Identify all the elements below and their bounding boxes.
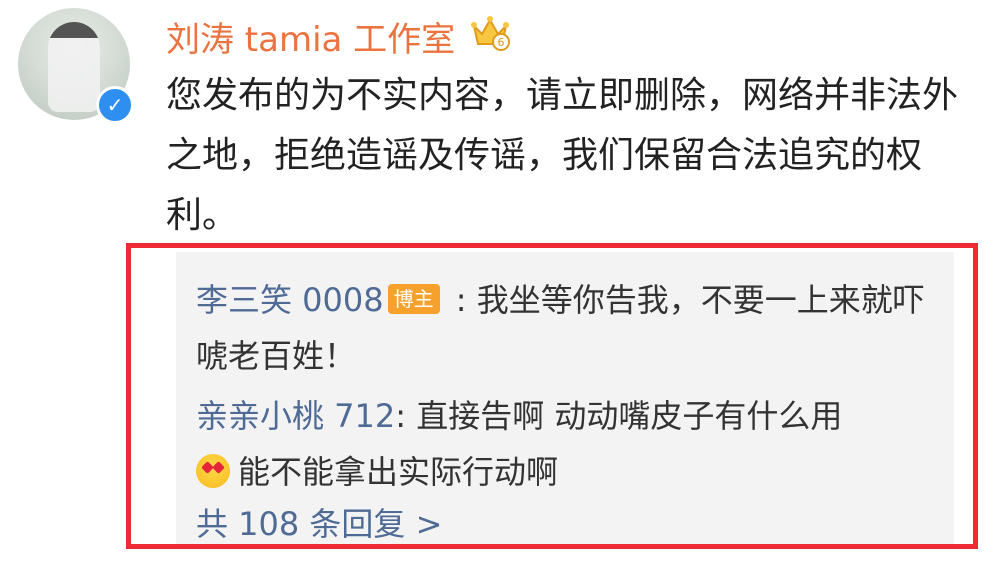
post-username[interactable]: 刘涛 tamia 工作室 <box>166 12 455 61</box>
avatar-image <box>48 22 100 112</box>
verified-check-icon: ✓ <box>96 86 134 124</box>
highlight-box <box>126 243 978 549</box>
crown-icon: 6 <box>471 16 510 51</box>
post-text: 您发布的为不实内容，请立即删除，网络并非法外之地，拒绝造谣及传谣，我们保留合法追… <box>166 75 959 236</box>
crown-level: 6 <box>498 36 505 49</box>
